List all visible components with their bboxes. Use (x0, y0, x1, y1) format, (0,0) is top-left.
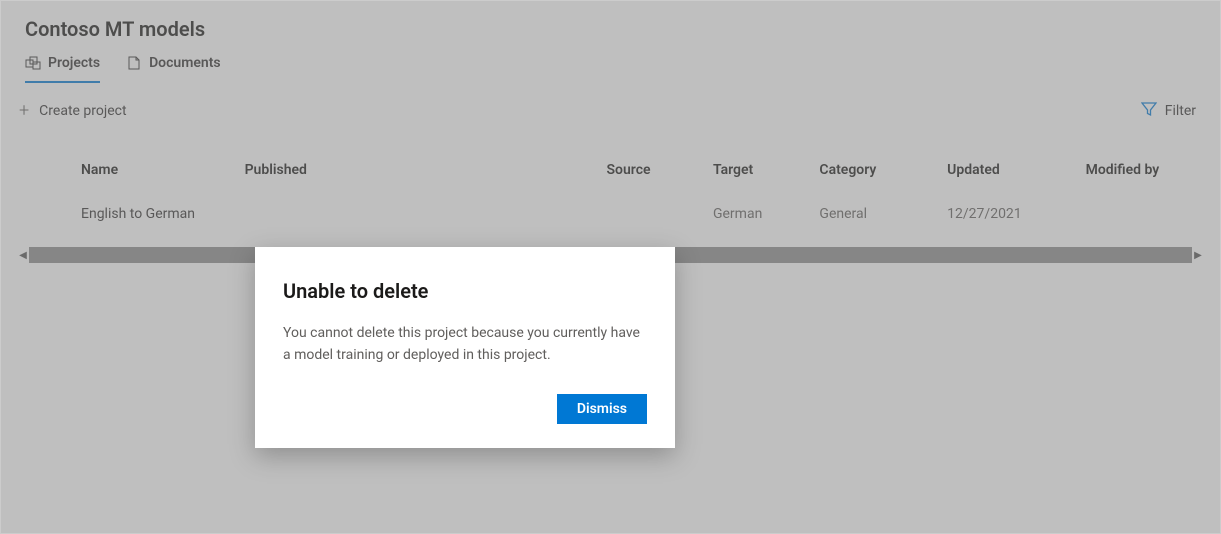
plus-icon: + (19, 102, 29, 120)
tab-documents-label: Documents (149, 55, 221, 71)
tabs: Projects Documents (25, 55, 1196, 84)
filter-icon (1141, 101, 1157, 121)
col-header-source[interactable]: Source (595, 152, 701, 192)
documents-icon (126, 55, 142, 71)
col-header-updated[interactable]: Updated (935, 152, 1073, 192)
cell-name: English to German (9, 192, 233, 236)
filter-label: Filter (1165, 103, 1196, 119)
cell-published (233, 192, 595, 236)
col-header-modified-by[interactable]: Modified by (1074, 152, 1212, 192)
dismiss-button[interactable]: Dismiss (557, 394, 647, 424)
dialog-title: Unable to delete (283, 279, 647, 303)
projects-icon (25, 55, 41, 71)
col-header-category[interactable]: Category (807, 152, 935, 192)
cell-modified-by (1074, 192, 1212, 236)
filter-button[interactable]: Filter (1141, 101, 1196, 121)
tab-documents[interactable]: Documents (126, 55, 221, 83)
cell-target: German (701, 192, 807, 236)
scroll-left-arrow-icon[interactable]: ◀ (17, 250, 29, 261)
col-header-name[interactable]: Name (9, 152, 233, 192)
create-project-label: Create project (39, 103, 126, 119)
cell-category: General (807, 192, 935, 236)
page-title: Contoso MT models (25, 17, 1196, 41)
cell-updated: 12/27/2021 (935, 192, 1073, 236)
col-header-published[interactable]: Published (233, 152, 595, 192)
create-project-button[interactable]: + Create project (13, 98, 133, 124)
col-header-target[interactable]: Target (701, 152, 807, 192)
tab-projects[interactable]: Projects (25, 55, 100, 83)
cell-source (595, 192, 701, 236)
unable-to-delete-dialog: Unable to delete You cannot delete this … (255, 247, 675, 448)
tab-projects-label: Projects (48, 55, 100, 71)
dialog-body: You cannot delete this project because y… (283, 323, 647, 366)
scroll-right-arrow-icon[interactable]: ▶ (1192, 250, 1204, 261)
table-row[interactable]: English to German German General 12/27/2… (9, 192, 1212, 236)
